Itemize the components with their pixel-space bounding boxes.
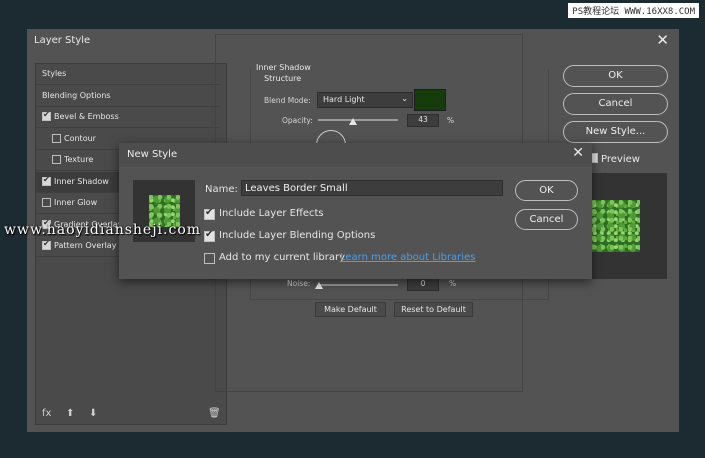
- style-item-label: Pattern Overlay: [54, 241, 117, 250]
- style-item-checkbox[interactable]: [42, 198, 51, 207]
- reset-to-default-button[interactable]: Reset to Default: [394, 302, 473, 317]
- layer-style-title: Layer Style: [34, 35, 91, 46]
- opacity-slider-track[interactable]: [318, 119, 398, 121]
- ok-button[interactable]: OK: [563, 65, 668, 87]
- new-style-titlebar: New Style ✕: [119, 143, 592, 167]
- add-to-library-checkbox[interactable]: [204, 253, 215, 264]
- opacity-input[interactable]: 43: [407, 114, 439, 127]
- style-item-bevel-emboss[interactable]: Bevel & Emboss: [36, 107, 220, 128]
- new-style-cancel-button[interactable]: Cancel: [515, 209, 578, 230]
- opacity-slider-thumb[interactable]: [349, 118, 357, 125]
- learn-more-libraries-link[interactable]: Learn more about Libraries: [340, 252, 475, 263]
- preview-label: Preview: [601, 154, 640, 165]
- noise-unit: %: [449, 279, 457, 288]
- style-item-checkbox[interactable]: [52, 155, 61, 164]
- new-style-dialog: New Style ✕ Name: Leaves Border Small In…: [119, 143, 592, 279]
- style-item-blending-options[interactable]: Blending Options: [36, 86, 220, 107]
- style-item-label: Styles: [42, 69, 67, 78]
- style-item-label: Inner Glow: [54, 198, 98, 207]
- style-item-checkbox[interactable]: [42, 110, 51, 121]
- include-blending-options-label: Include Layer Blending Options: [219, 230, 376, 241]
- new-style-button[interactable]: New Style...: [563, 121, 668, 143]
- style-item-label: Inner Shadow: [54, 176, 109, 186]
- style-item-label: Texture: [64, 155, 94, 164]
- style-item-checkbox[interactable]: [52, 133, 61, 143]
- add-to-library-label: Add to my current library: [219, 252, 346, 263]
- name-label: Name:: [205, 184, 238, 195]
- style-item-checkbox[interactable]: [42, 175, 51, 186]
- close-icon[interactable]: ✕: [656, 31, 669, 49]
- preview-checkbox-label[interactable]: Preview: [588, 153, 640, 165]
- move-down-icon[interactable]: ⬇: [89, 408, 97, 419]
- noise-input[interactable]: 0: [407, 278, 439, 291]
- style-item-checkbox[interactable]: [42, 239, 51, 250]
- watermark-top-right: PS教程论坛 WWW.16XX8.COM: [568, 3, 699, 18]
- close-icon[interactable]: ✕: [572, 145, 584, 161]
- name-input[interactable]: Leaves Border Small: [241, 180, 503, 196]
- make-default-button[interactable]: Make Default: [315, 302, 386, 317]
- noise-slider-track[interactable]: [318, 284, 398, 286]
- cancel-button[interactable]: Cancel: [563, 93, 668, 115]
- style-item-label: Blending Options: [42, 90, 111, 100]
- new-style-title: New Style: [127, 149, 178, 160]
- blend-mode-label: Blend Mode:: [264, 96, 311, 105]
- opacity-label: Opacity:: [282, 116, 313, 125]
- blend-mode-select[interactable]: Hard Light ⌄: [317, 92, 413, 108]
- include-layer-effects-label: Include Layer Effects: [219, 208, 324, 219]
- trash-icon[interactable]: 🗑: [208, 408, 221, 419]
- include-blending-options-checkbox[interactable]: [204, 229, 215, 242]
- style-item-label: Bevel & Emboss: [54, 112, 119, 121]
- style-item-label: Contour: [64, 133, 96, 143]
- move-up-icon[interactable]: ⬆: [66, 408, 74, 419]
- style-item-styles[interactable]: Styles: [36, 64, 220, 85]
- watermark-overlay: www.haoyidiansheji.com: [4, 222, 202, 238]
- new-style-ok-button[interactable]: OK: [515, 180, 578, 201]
- noise-slider-thumb[interactable]: [315, 282, 323, 289]
- shadow-color-swatch[interactable]: [414, 89, 446, 111]
- noise-label: Noise:: [287, 279, 311, 288]
- blend-mode-value: Hard Light: [323, 95, 365, 104]
- opacity-unit: %: [447, 116, 455, 125]
- include-layer-effects-checkbox[interactable]: [204, 207, 215, 220]
- chevron-down-icon: ⌄: [401, 94, 408, 103]
- fx-icon[interactable]: fx: [42, 408, 51, 419]
- preview-thumbnail: [592, 200, 640, 252]
